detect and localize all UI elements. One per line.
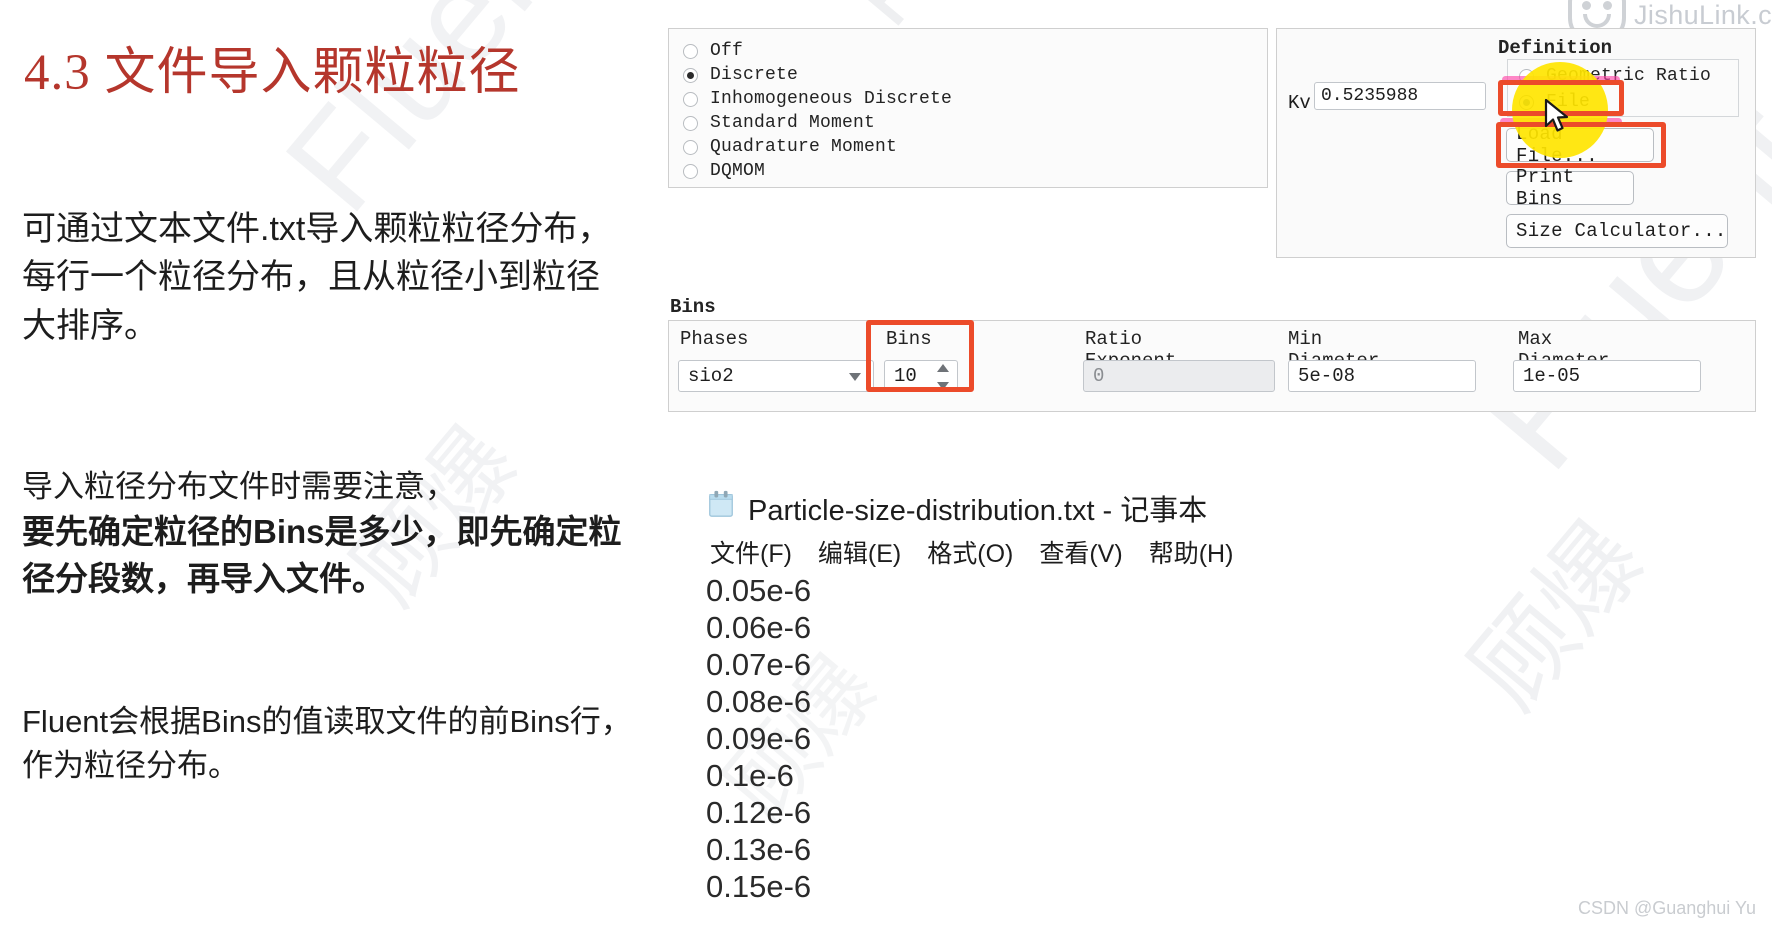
column-header-bins: Bins [886, 328, 932, 350]
load-file-button[interactable]: Load File... [1506, 123, 1654, 167]
bins-stepper[interactable]: 10 [884, 360, 958, 392]
notepad-icon [709, 490, 733, 517]
bins-section-caption: Bins [670, 296, 716, 318]
paragraph-behavior: Fluent会根据Bins的值读取文件的前Bins行，作为粒径分布。 [22, 704, 632, 784]
stepper-arrows[interactable] [933, 364, 953, 390]
radio-icon-selected[interactable] [1519, 94, 1534, 110]
size-calculator-button[interactable]: Size Calculator... [1506, 214, 1728, 248]
radio-icon[interactable] [683, 115, 698, 131]
text-line: 0.05e-6 [706, 573, 812, 608]
chevron-down-icon[interactable] [849, 373, 861, 381]
definition-title: Definition [1498, 37, 1613, 59]
radio-option-geometric-ratio[interactable]: Geometric Ratio [1519, 63, 1738, 89]
radio-option-quadrature-moment[interactable]: Quadrature Moment [683, 135, 1267, 159]
notepad-menu-bar: 文件(F) 编辑(E) 格式(O) 查看(V) 帮助(H) [710, 534, 1233, 570]
chevron-up-icon[interactable] [937, 364, 949, 372]
menu-item-file[interactable]: 文件(F) [710, 534, 792, 570]
kv-label: Kv [1288, 92, 1311, 114]
phases-value: sio2 [688, 365, 734, 387]
text-line: 0.13e-6 [706, 832, 812, 867]
radio-label: Standard Moment [710, 113, 876, 133]
kv-input[interactable]: 0.5235988 [1314, 82, 1486, 110]
text-line: 0.09e-6 [706, 721, 812, 756]
method-radio-group: Off Discrete Inhomogeneous Discrete Stan… [668, 28, 1268, 188]
notepad-window-title: Particle-size-distribution.txt - 记事本 [748, 495, 1208, 527]
paragraph-intro: 可通过文本文件.txt导入颗粒粒径分布，每行一个粒径分布，且从粒径小到粒径大排序… [22, 210, 612, 345]
radio-option-dqmom[interactable]: DQMOM [683, 159, 1267, 183]
print-bins-button[interactable]: Print Bins [1506, 166, 1634, 210]
bins-value: 10 [894, 365, 917, 387]
smile-icon [1583, 14, 1612, 28]
radio-option-off[interactable]: Off [683, 39, 1267, 63]
radio-label: Quadrature Moment [710, 137, 898, 157]
text-line: 0.06e-6 [706, 610, 812, 645]
radio-icon[interactable] [683, 43, 698, 59]
radio-option-file[interactable]: File [1519, 89, 1738, 115]
definition-radio-group: Geometric Ratio File [1507, 59, 1739, 117]
radio-icon[interactable] [683, 139, 698, 155]
phases-select[interactable]: sio2 [678, 360, 874, 392]
text-line: 0.15e-6 [706, 869, 812, 904]
paragraph-note-bold: 要先确定粒径的Bins是多少，即先确定粒径分段数，再导入文件。 [22, 513, 622, 597]
jishulink-label: JishuLink.c [1634, 0, 1772, 30]
menu-item-edit[interactable]: 编辑(E) [818, 534, 901, 570]
paragraph-note-normal: 导入粒径分布文件时需要注意， [22, 469, 456, 504]
min-diameter-input[interactable]: 5e-08 [1288, 360, 1476, 392]
radio-option-discrete[interactable]: Discrete [683, 63, 1267, 87]
radio-icon[interactable] [683, 163, 698, 179]
radio-icon[interactable] [1519, 68, 1534, 84]
credit-watermark: CSDN @Guanghui Yu [1577, 898, 1756, 918]
page-title: 4.3 文件导入颗粒粒径 [24, 45, 521, 101]
radio-label: Discrete [710, 65, 799, 85]
text-line: 0.12e-6 [706, 795, 812, 830]
radio-label: Off [710, 41, 744, 61]
column-header-phases: Phases [680, 328, 749, 350]
text-line: 0.08e-6 [706, 684, 812, 719]
radio-option-inhomogeneous-discrete[interactable]: Inhomogeneous Discrete [683, 87, 1267, 111]
radio-label: Inhomogeneous Discrete [710, 89, 953, 109]
chevron-down-icon[interactable] [937, 382, 949, 390]
radio-icon-selected[interactable] [683, 67, 698, 83]
ratio-exponent-input: 0 [1083, 360, 1275, 392]
menu-item-format[interactable]: 格式(O) [927, 534, 1013, 570]
menu-item-view[interactable]: 查看(V) [1039, 534, 1122, 570]
radio-icon[interactable] [683, 91, 698, 107]
menu-item-help[interactable]: 帮助(H) [1149, 534, 1234, 570]
radio-label: File [1546, 92, 1591, 112]
slide-page: Fluent Fluent Fluent 顾爆 顾爆 顾爆 JishuLink.… [0, 0, 1772, 927]
radio-label: Geometric Ratio [1546, 66, 1712, 86]
watermark-cn-right: 顾爆 [1449, 503, 1665, 729]
text-line: 0.1e-6 [706, 758, 794, 793]
radio-label: DQMOM [710, 161, 766, 181]
text-line: 0.07e-6 [706, 647, 812, 682]
radio-option-standard-moment[interactable]: Standard Moment [683, 111, 1267, 135]
notepad-text-content[interactable]: 0.05e-6 0.06e-6 0.07e-6 0.08e-6 0.09e-6 … [706, 574, 811, 907]
max-diameter-input[interactable]: 1e-05 [1513, 360, 1701, 392]
paragraph-note: 导入粒径分布文件时需要注意， 要先确定粒径的Bins是多少，即先确定粒径分段数，… [22, 465, 637, 603]
